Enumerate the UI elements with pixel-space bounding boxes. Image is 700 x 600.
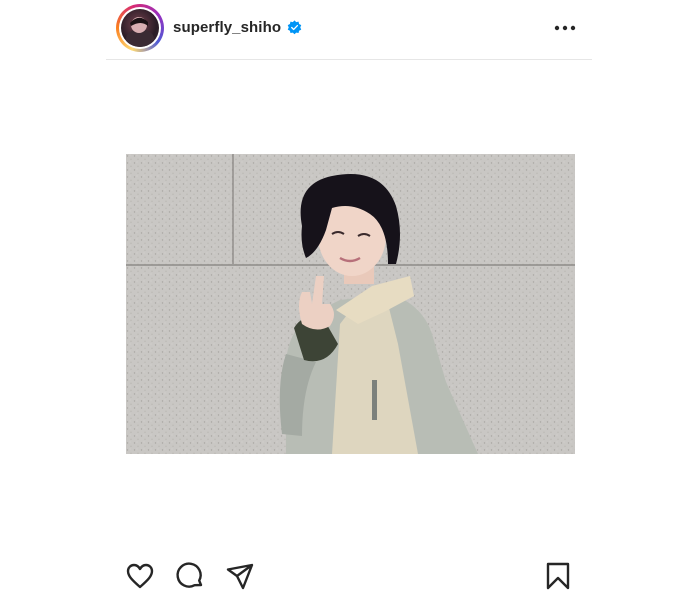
instagram-post: superfly_shiho xyxy=(106,0,592,600)
post-photo[interactable] xyxy=(126,154,575,454)
post-header: superfly_shiho xyxy=(106,0,592,60)
more-options-icon[interactable] xyxy=(552,18,578,38)
heart-icon[interactable] xyxy=(124,560,156,592)
verified-badge-icon xyxy=(287,20,302,35)
avatar-photo xyxy=(121,9,159,47)
avatar[interactable] xyxy=(116,4,164,52)
comment-icon[interactable] xyxy=(174,560,206,592)
post-actions-bar xyxy=(106,560,592,596)
username[interactable]: superfly_shiho xyxy=(173,19,281,36)
send-icon[interactable] xyxy=(224,560,256,592)
bookmark-icon[interactable] xyxy=(542,560,574,592)
